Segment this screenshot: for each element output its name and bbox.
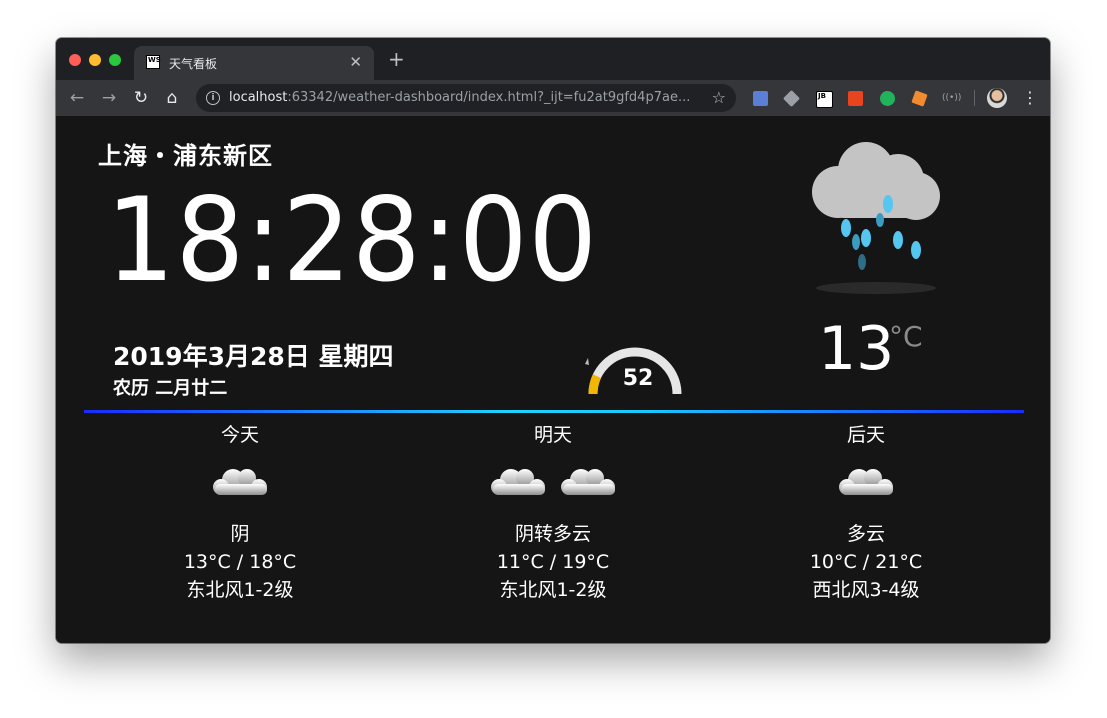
maximize-window-button[interactable] (109, 54, 121, 66)
url-host: localhost (229, 90, 288, 105)
forecast-day-after: 后天 多云 10°C / 21°C 西北风3-4级 (736, 422, 996, 604)
tab-title: 天气看板 (169, 57, 218, 71)
menu-icon[interactable]: ⋮ (1022, 88, 1038, 108)
tab-strip: WS 天气看板 ✕ + (56, 38, 1050, 80)
rain-cloud-icon (812, 142, 940, 294)
date-text: 2019年3月28日 星期四 (113, 342, 394, 371)
forecast-day-label: 后天 (846, 424, 885, 446)
forecast-wind: 东北风1-2级 (186, 579, 294, 601)
url-text[interactable]: localhost:63342/weather-dashboard/index.… (229, 90, 699, 105)
browser-tab[interactable]: WS 天气看板 ✕ (134, 46, 374, 80)
close-window-button[interactable] (69, 54, 81, 66)
minimize-window-button[interactable] (89, 54, 101, 66)
forecast-today: 今天 阴 13°C / 18°C 东北风1-2级 (110, 422, 370, 604)
forecast-icons (423, 454, 683, 512)
forecast-condition: 阴 (230, 523, 250, 545)
forecast-icons (736, 454, 996, 512)
current-temperature: 13 (818, 314, 895, 384)
profile-avatar[interactable] (987, 88, 1007, 108)
fox-extension-icon[interactable] (911, 90, 928, 107)
reload-icon[interactable]: ↻ (131, 88, 151, 108)
star-icon[interactable]: ☆ (712, 88, 726, 107)
forecast-tomorrow: 明天 阴转多云 11°C / 19°C 东北风1-2级 (423, 422, 683, 604)
home-icon[interactable]: ⌂ (162, 88, 182, 108)
forecast-temperature: 13°C / 18°C (183, 551, 297, 573)
screenshot-extension-icon[interactable] (753, 91, 768, 106)
forecast-condition: 多云 (846, 523, 885, 545)
forecast-day-label: 今天 (220, 424, 259, 446)
location-title: 上海・浦东新区 (98, 142, 273, 170)
weather-dashboard: 上海・浦东新区 18:28:00 2019年3月28日 星期四 农历 二月廿二 … (56, 116, 1050, 643)
forecast-condition: 阴转多云 (514, 523, 591, 545)
jetbrains-extension-icon[interactable] (816, 91, 833, 108)
info-icon[interactable]: i (206, 91, 220, 105)
back-icon[interactable]: ← (67, 88, 87, 108)
forecast-icons (110, 454, 370, 512)
gauge-value: 52 (622, 366, 654, 391)
temperature-unit: °C (889, 320, 923, 353)
gauge-pointer-icon (585, 358, 589, 365)
address-bar[interactable]: i localhost:63342/weather-dashboard/inde… (196, 84, 736, 112)
cloud-icon (561, 469, 615, 495)
cloud-icon (213, 469, 267, 495)
cube-extension-icon[interactable] (783, 90, 800, 107)
tab-close-icon[interactable]: ✕ (349, 53, 362, 71)
browser-toolbar: ← → ↻ ⌂ i localhost:63342/weather-dashbo… (56, 80, 1050, 116)
forecast-wind: 西北风3-4级 (812, 579, 920, 601)
url-path: :63342/weather-dashboard/index.html?_ijt… (287, 90, 691, 105)
office-extension-icon[interactable] (848, 91, 863, 106)
forecast-wind: 东北风1-2级 (499, 579, 607, 601)
cloud-icon (491, 469, 545, 495)
clock-display: 18:28:00 (106, 173, 598, 308)
broadcast-extension-icon[interactable]: ((•)) (942, 91, 961, 106)
lunar-date-text: 农历 二月廿二 (113, 378, 228, 399)
browser-window: WS 天气看板 ✕ + ← → ↻ ⌂ i localhost:63342/we… (56, 38, 1050, 643)
new-tab-icon[interactable]: + (388, 49, 405, 69)
forecast-temperature: 11°C / 19°C (496, 551, 610, 573)
forecast-temperature: 10°C / 21°C (809, 551, 923, 573)
forecast-day-label: 明天 (533, 424, 572, 446)
cloud-icon (839, 469, 893, 495)
forward-icon[interactable]: → (99, 88, 119, 108)
gradient-divider (84, 410, 1024, 413)
webstorm-favicon-icon: WS (146, 55, 161, 69)
grammarly-extension-icon[interactable] (880, 91, 895, 106)
toolbar-divider (974, 90, 975, 106)
